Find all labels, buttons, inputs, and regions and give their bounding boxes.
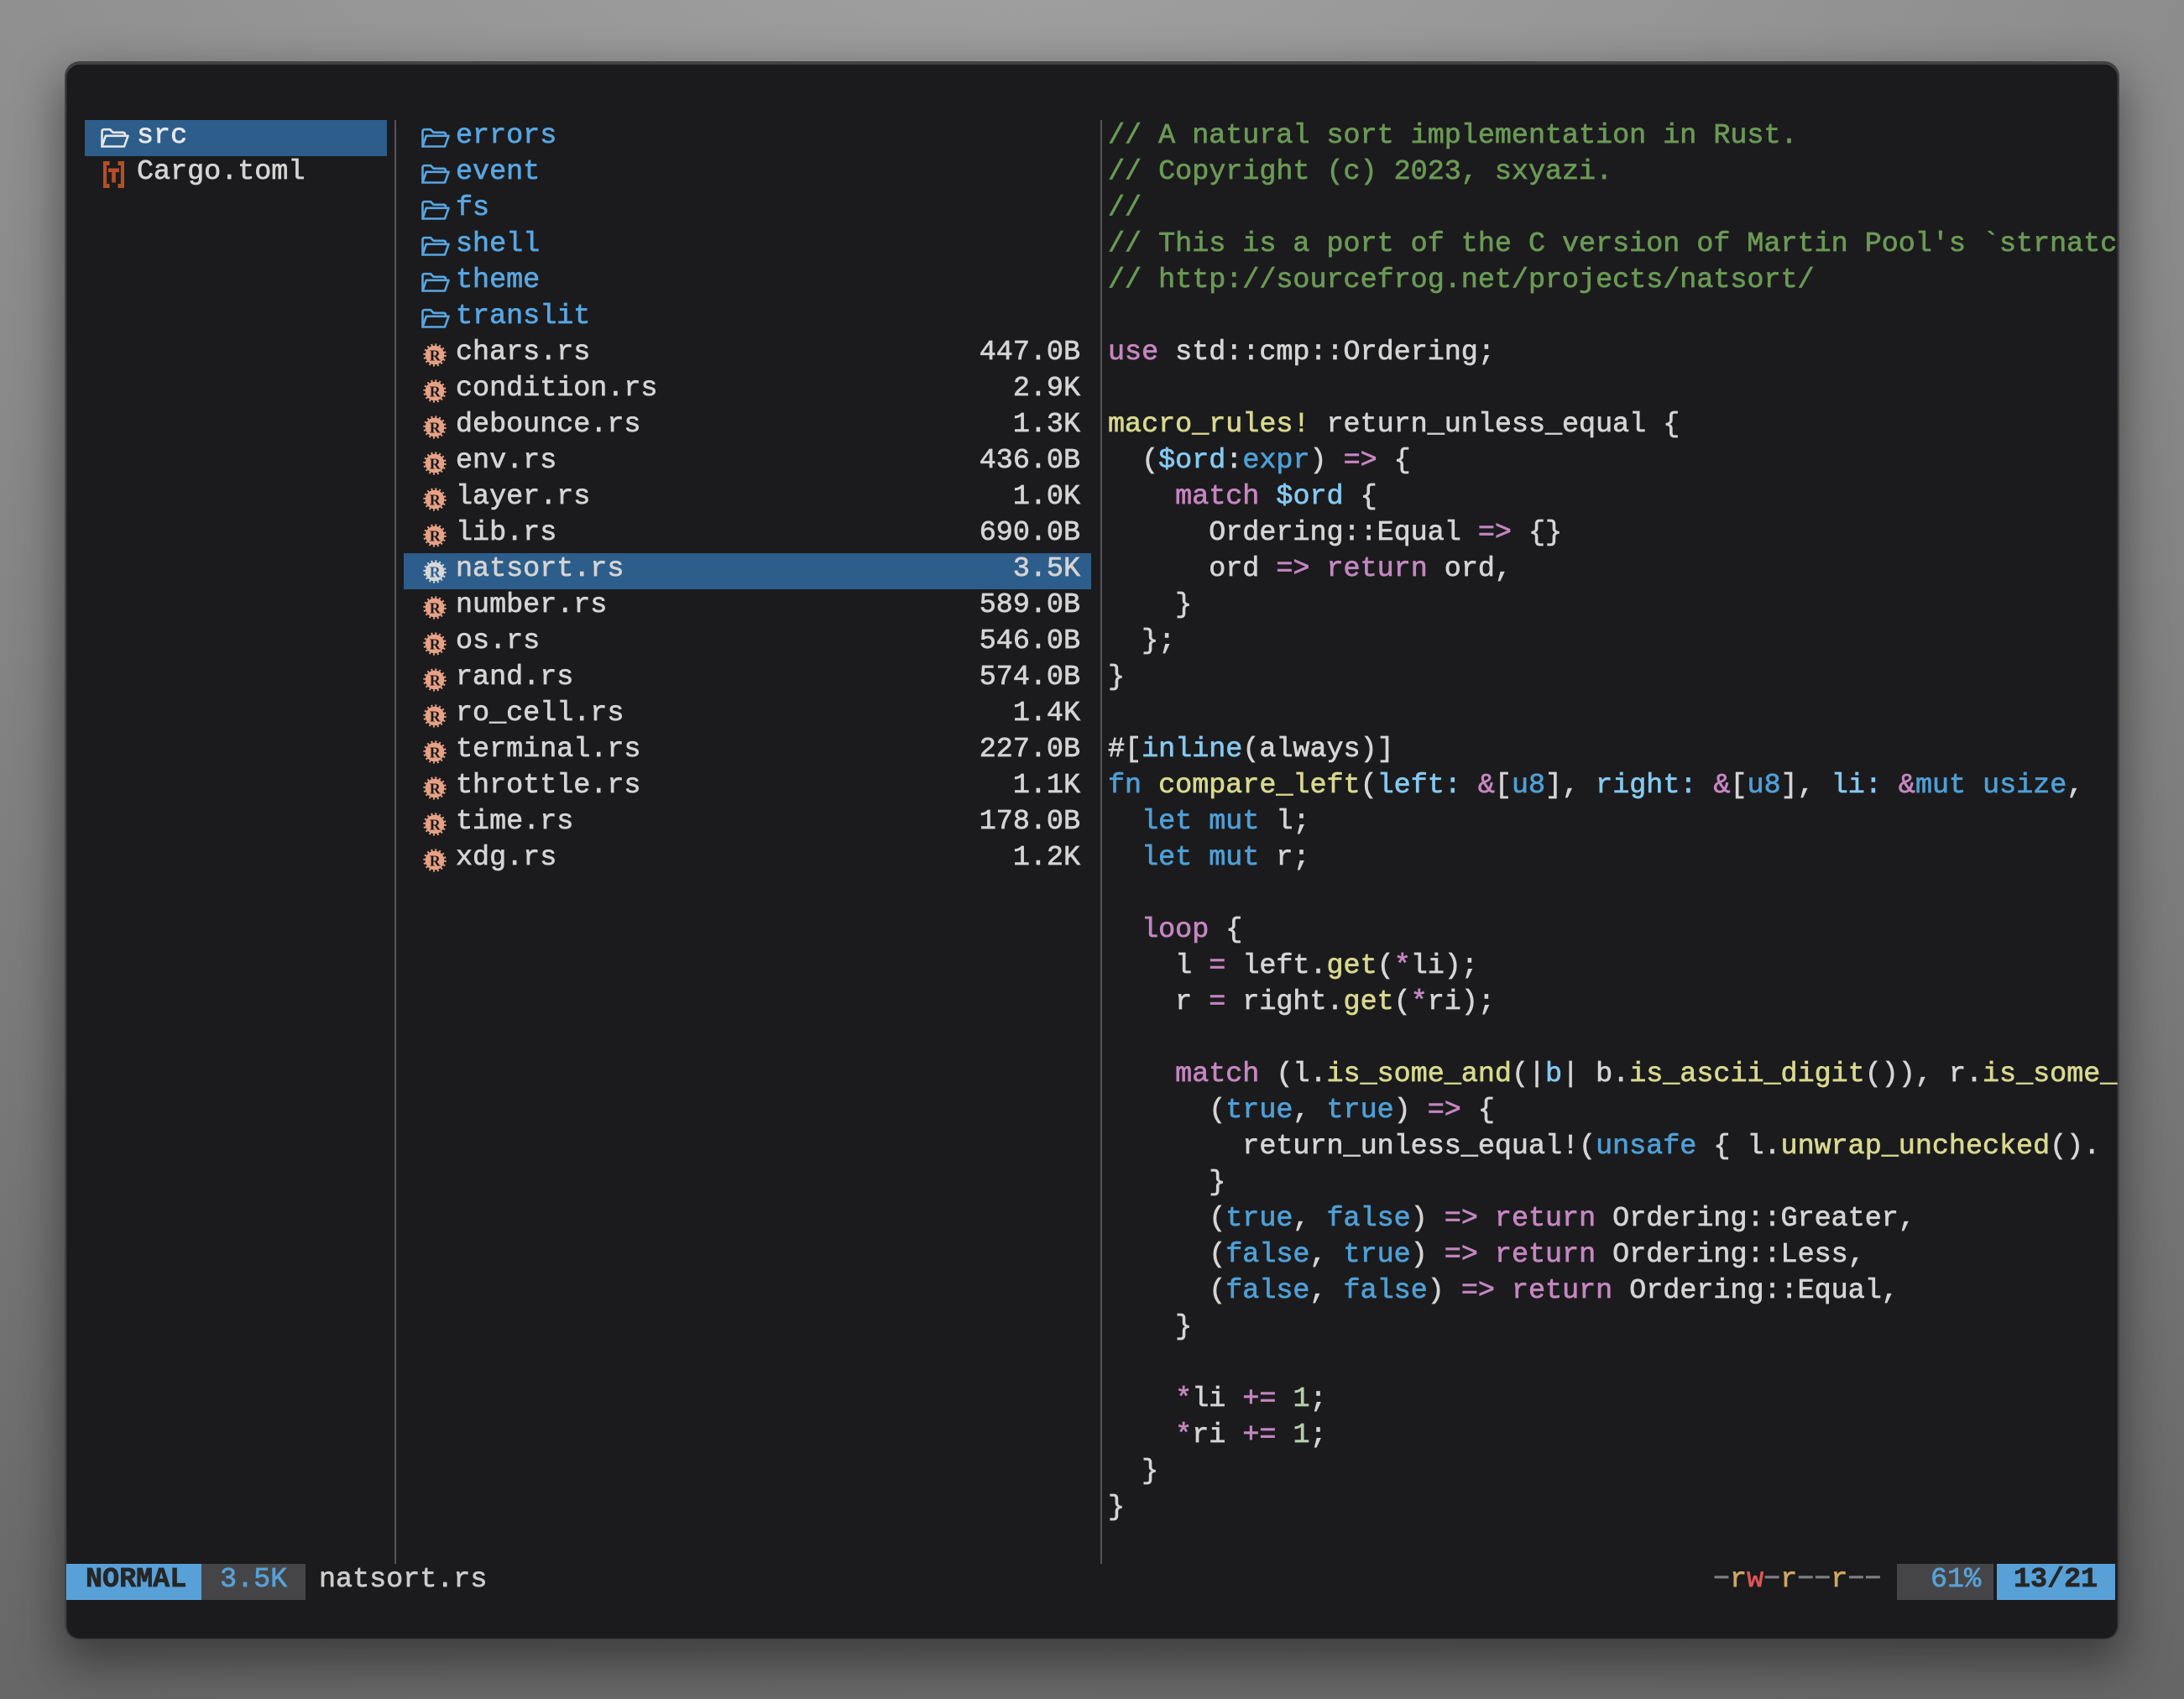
svg-text:R: R — [430, 781, 442, 797]
svg-text:R: R — [430, 636, 442, 653]
svg-text:R: R — [430, 708, 442, 725]
svg-text:R: R — [430, 384, 442, 400]
svg-text:R: R — [430, 853, 442, 870]
svg-text:R: R — [430, 745, 442, 761]
svg-text:R: R — [430, 528, 442, 545]
svg-text:R: R — [430, 348, 442, 364]
svg-text:R: R — [430, 456, 442, 473]
svg-text:R: R — [430, 492, 442, 509]
svg-text:R: R — [430, 600, 442, 617]
svg-text:R: R — [430, 564, 442, 581]
svg-text:R: R — [430, 817, 442, 834]
svg-text:R: R — [430, 672, 442, 689]
svg-text:R: R — [430, 420, 442, 437]
